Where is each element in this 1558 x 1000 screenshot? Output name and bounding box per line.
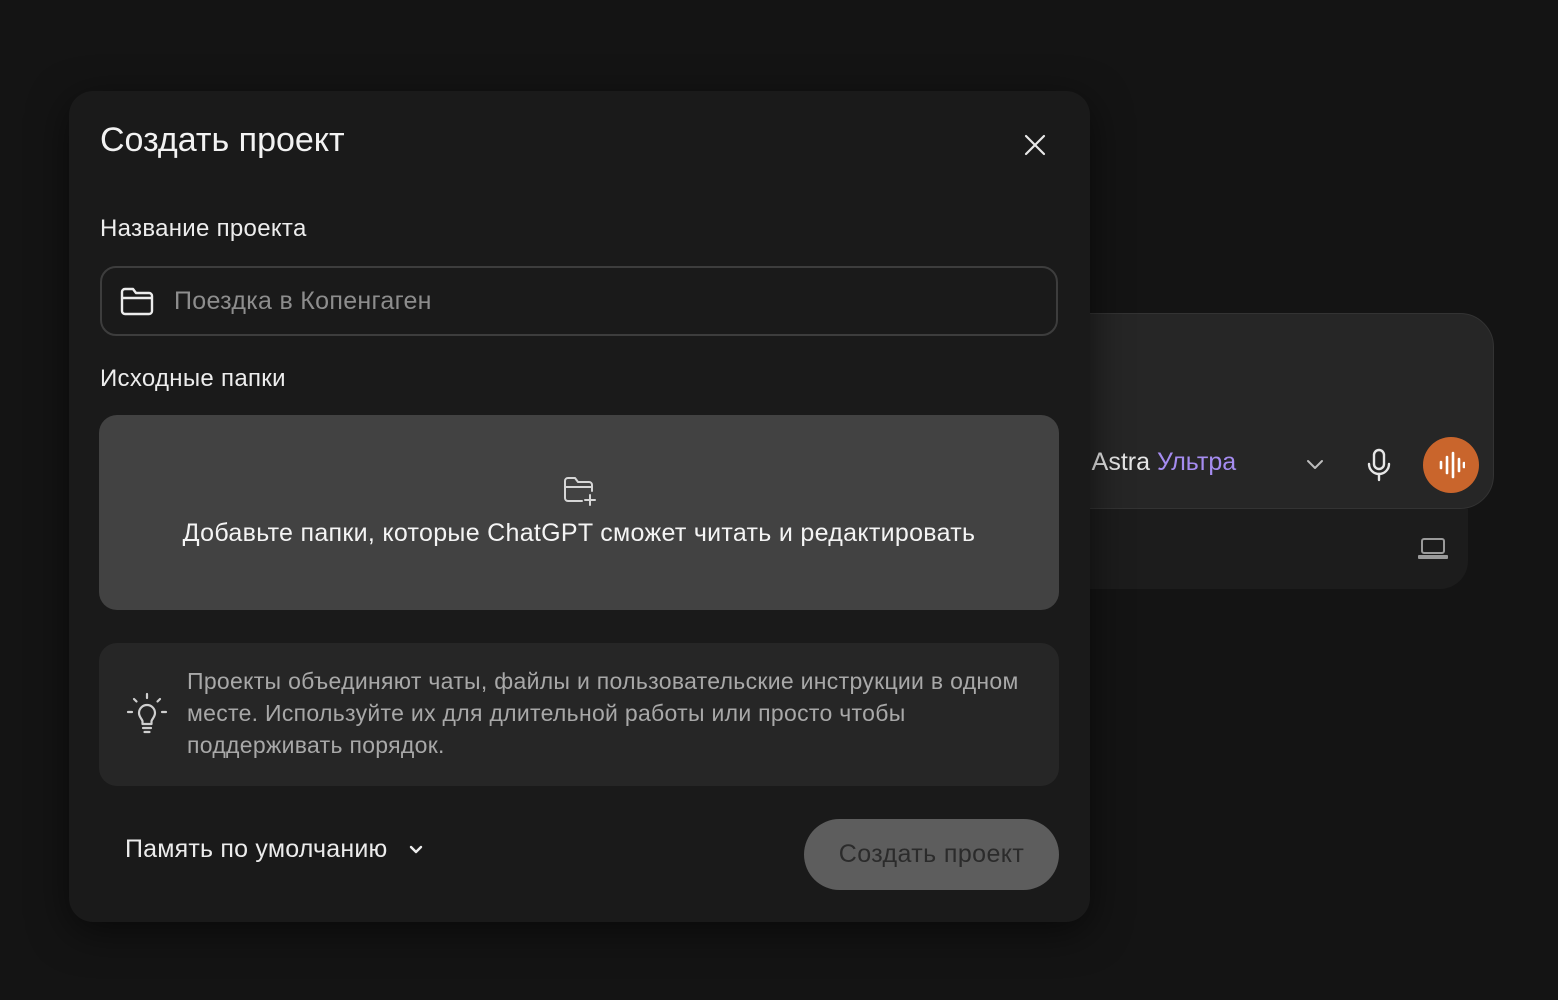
create-project-button[interactable]: Создать проект xyxy=(804,819,1059,890)
voice-mode-button[interactable] xyxy=(1423,437,1479,493)
close-icon xyxy=(1024,134,1046,156)
chevron-down-icon[interactable] xyxy=(1303,452,1327,476)
chevron-down-icon xyxy=(410,845,423,853)
microphone-icon[interactable] xyxy=(1364,448,1394,482)
page: ı? T-6 Astra Ультра Создать проект xyxy=(0,0,1558,1000)
dropzone-text: Добавьте папки, которые ChatGPT сможет ч… xyxy=(182,519,976,547)
lightbulb-icon xyxy=(126,692,168,734)
projects-info-text: Проекты объединяют чаты, файлы и пользов… xyxy=(187,668,1019,758)
memory-dropdown[interactable]: Память по умолчанию xyxy=(125,835,427,864)
project-name-input[interactable] xyxy=(174,268,1056,334)
voice-waveform-icon xyxy=(1439,451,1465,479)
add-folders-dropzone[interactable]: Добавьте папки, которые ChatGPT сможет ч… xyxy=(99,415,1059,610)
close-button[interactable] xyxy=(1019,129,1051,161)
project-name-label: Название проекта xyxy=(100,215,307,242)
model-tier: Ультра xyxy=(1157,448,1237,476)
memory-dropdown-value: Память по умолчанию xyxy=(125,835,388,863)
folder-plus-icon xyxy=(564,477,596,506)
source-folders-label: Исходные папки xyxy=(100,365,286,392)
laptop-icon[interactable] xyxy=(1418,536,1448,560)
folder-icon xyxy=(120,287,154,316)
dialog-title: Создать проект xyxy=(100,121,345,159)
project-name-field[interactable] xyxy=(100,266,1058,336)
projects-info-card: Проекты объединяют чаты, файлы и пользов… xyxy=(99,643,1059,786)
create-project-dialog: Создать проект Название проекта Исходные… xyxy=(69,91,1090,922)
